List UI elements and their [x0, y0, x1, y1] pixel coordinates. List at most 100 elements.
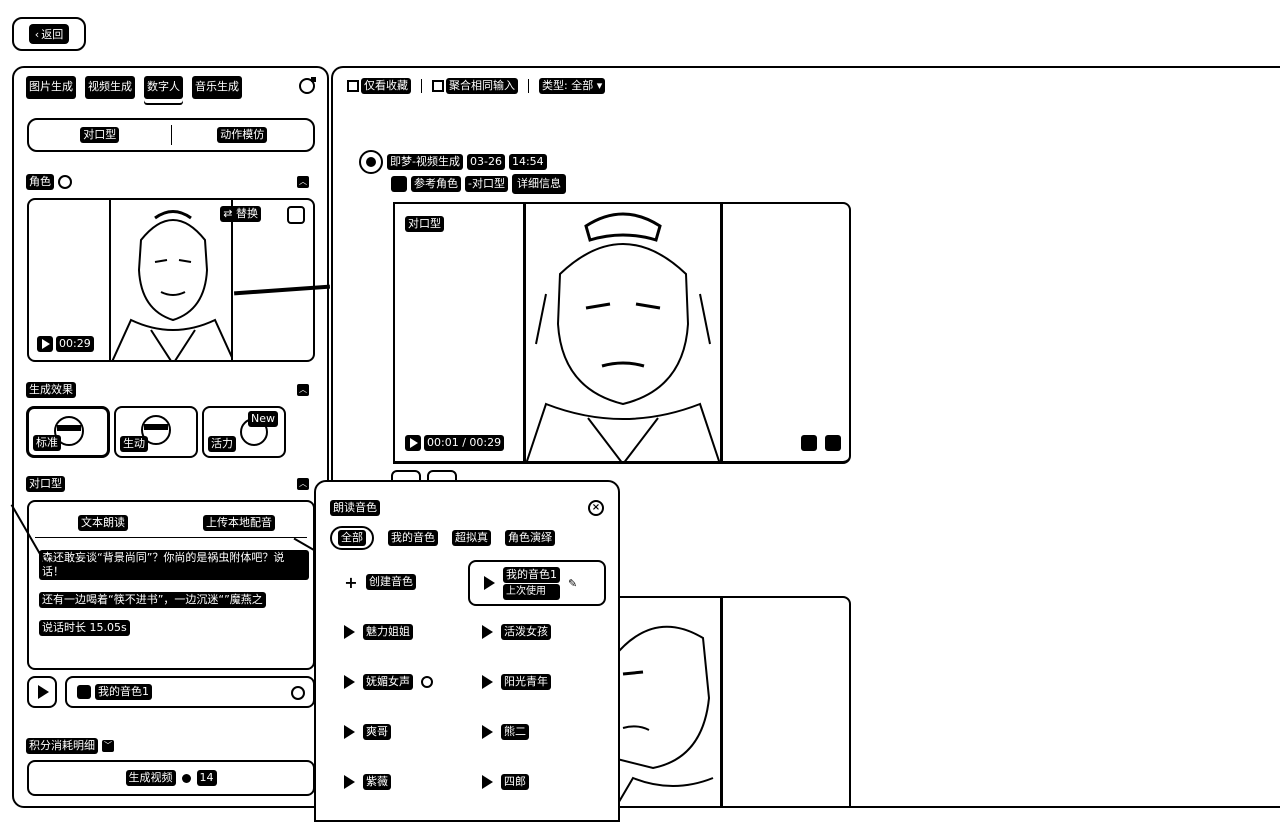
collapse-role-icon[interactable]: ︿ — [297, 176, 309, 188]
credit-icon — [181, 773, 191, 783]
video-mode-badge: 对口型 — [405, 216, 444, 232]
task-date: 03-26 — [466, 154, 505, 170]
tab-image[interactable]: 图片生成 — [26, 76, 76, 99]
checkbox-icon — [347, 80, 359, 92]
voice-tab-mine[interactable]: 我的音色 — [388, 530, 438, 546]
merge-filter[interactable]: 聚合相同输入 — [432, 78, 518, 94]
voice-item[interactable]: 妩媚女声 — [330, 662, 466, 702]
voice-item[interactable]: 四郎 — [468, 762, 604, 802]
voice-item[interactable]: 魅力姐姐 — [330, 612, 466, 652]
voice-item[interactable]: 爽哥 — [330, 712, 466, 752]
video-play-control[interactable]: 00:01 / 00:29 — [405, 435, 505, 451]
chevron-left-icon: ‹ — [34, 27, 40, 41]
speech-duration: 说话时长 15.05s — [39, 620, 130, 636]
video-frame — [523, 204, 723, 461]
voice-tab-role[interactable]: 角色演绎 — [505, 530, 555, 546]
mode-motion-imitation[interactable]: 动作模仿 — [217, 127, 268, 143]
new-badge: New — [248, 411, 278, 427]
voice-item-my-voice[interactable]: 我的音色1 上次使用 ✎ — [468, 560, 606, 606]
type-dropdown[interactable]: 类型: 全部 ▾ — [539, 78, 606, 94]
effect-vivid[interactable]: 生动 — [114, 406, 198, 458]
back-button[interactable]: ‹ 返回 — [12, 17, 86, 51]
generate-cost: 14 — [196, 770, 217, 786]
refresh-icon[interactable] — [299, 77, 316, 94]
create-voice-button[interactable]: + 创建音色 — [330, 562, 466, 602]
close-icon[interactable]: × — [588, 500, 604, 516]
voice-item[interactable]: 阳光青年 — [468, 662, 604, 702]
reference-role-label: 参考角色 — [411, 176, 461, 192]
play-icon — [482, 625, 493, 639]
voice-selector[interactable]: 我的音色1 — [65, 676, 315, 708]
replace-button[interactable]: ⇄ 替换 — [220, 206, 261, 222]
edit-icon[interactable]: ✎ — [568, 577, 577, 590]
task-time: 14:54 — [508, 154, 547, 170]
effect-standard-label: 标准 — [33, 435, 61, 451]
info-icon[interactable] — [58, 175, 72, 189]
voice-item[interactable]: 活泼女孩 — [468, 612, 604, 652]
play-icon — [344, 625, 355, 639]
swap-icon: ⇄ — [223, 207, 236, 220]
selected-voice-name: 我的音色1 — [95, 684, 152, 700]
role-play-control[interactable]: 00:29 — [37, 336, 94, 352]
video-time: 00:01 / 00:29 — [424, 435, 505, 451]
last-used-label: 上次使用 — [503, 583, 560, 600]
dialog-section-header: 对口型 — [26, 476, 65, 492]
video-player-2[interactable] — [613, 596, 851, 806]
swap-voice-icon[interactable] — [291, 686, 305, 700]
volume-icon[interactable] — [801, 435, 817, 451]
play-icon — [37, 336, 53, 352]
role-duration: 00:29 — [56, 336, 94, 352]
voice-item[interactable]: 紫薇 — [330, 762, 466, 802]
task-mode: -对口型 — [465, 176, 508, 192]
collapse-effect-icon[interactable]: ︿ — [297, 384, 309, 396]
tab-digital-human[interactable]: 数字人 — [144, 76, 183, 99]
mode-lip-sync[interactable]: 对口型 — [80, 127, 120, 143]
collapse-dialog-icon[interactable]: ︿ — [297, 478, 309, 490]
tab-upload-audio[interactable]: 上传本地配音 — [203, 514, 275, 531]
effect-lively-label: 活力 — [208, 436, 236, 452]
voice-icon — [77, 685, 91, 699]
effect-options: 标准 生动 活力 New — [26, 406, 286, 458]
delete-icon[interactable] — [287, 206, 305, 224]
generator-tabs: 图片生成 视频生成 数字人 音乐生成 — [26, 76, 242, 99]
voice-preview-button[interactable] — [27, 676, 57, 708]
voice-name: 我的音色1 — [503, 566, 560, 583]
voice-tabs: 全部 我的音色 超拟真 角色演绎 — [330, 526, 555, 550]
play-icon — [482, 675, 493, 689]
plus-icon: + — [344, 572, 358, 592]
script-line-1: 森还敢妄谈“背景尚同”？你尚的是祸虫附体吧？说话！ — [39, 550, 309, 580]
points-detail[interactable]: 积分消耗明细 ﹀ — [26, 738, 114, 754]
effect-standard[interactable]: 标准 — [26, 406, 110, 458]
voice-item[interactable]: 熊二 — [468, 712, 604, 752]
script-line-2: 还有一边喝着“筷不进书”，一边沉迷“”魔燕之 — [39, 592, 266, 608]
generate-label: 生成视频 — [125, 770, 176, 786]
dialog-title: 对口型 — [26, 476, 65, 492]
play-icon — [344, 725, 355, 739]
voice-popup: 朗读音色 × 全部 我的音色 超拟真 角色演绎 + 创建音色 我的音色1 上次使… — [314, 480, 620, 822]
effect-lively[interactable]: 活力 New — [202, 406, 286, 458]
dialog-tabs: 文本朗读 上传本地配音 — [35, 508, 307, 538]
video-controls — [801, 435, 841, 451]
replace-label: 替换 — [236, 207, 258, 220]
role-card[interactable]: 00:29 ⇄ 替换 — [27, 198, 315, 362]
voice-popup-title: 朗读音色 — [330, 500, 380, 516]
task-source: 即梦-视频生成 — [387, 154, 463, 170]
favorites-filter[interactable]: 仅看收藏 — [347, 78, 411, 94]
tab-music[interactable]: 音乐生成 — [192, 76, 242, 99]
task-subheader: 参考角色 -对口型 详细信息 — [391, 174, 566, 194]
play-icon — [482, 725, 493, 739]
reference-icon — [391, 176, 407, 192]
detail-info-button[interactable]: 详细信息 — [511, 174, 566, 194]
voice-tab-all[interactable]: 全部 — [330, 526, 374, 550]
fullscreen-icon[interactable] — [825, 435, 841, 451]
play-icon — [344, 775, 355, 789]
generate-video-button[interactable]: 生成视频 14 — [27, 760, 315, 796]
tab-video[interactable]: 视频生成 — [85, 76, 135, 99]
tab-text-reading[interactable]: 文本朗读 — [78, 514, 128, 531]
script-textarea[interactable]: 森还敢妄谈“背景尚同”？你尚的是祸虫附体吧？说话！ 还有一边喝着“筷不进书”，一… — [39, 550, 309, 647]
play-icon — [405, 435, 421, 451]
voice-tab-realistic[interactable]: 超拟真 — [452, 530, 491, 546]
video-player[interactable]: 对口型 00:01 / 00:29 — [393, 202, 851, 464]
effect-section-header: 生成效果 — [26, 382, 76, 398]
effect-vivid-label: 生动 — [120, 436, 148, 452]
